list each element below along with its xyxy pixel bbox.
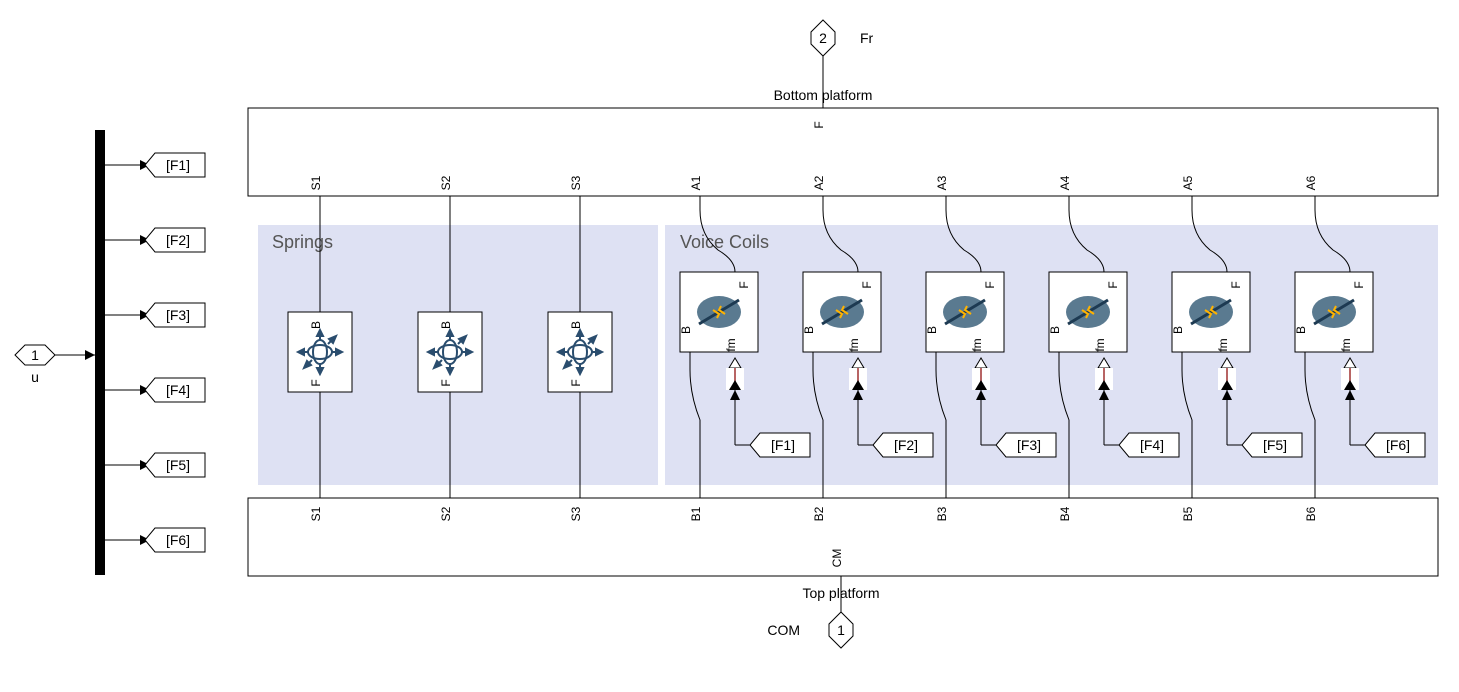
port-label: S2 <box>439 506 453 521</box>
vc-port-F: F <box>737 281 751 288</box>
vc-port-fm: fm <box>1339 338 1353 351</box>
port-label: B4 <box>1058 506 1072 521</box>
goto-tag-F5[interactable]: [F5] <box>105 453 205 477</box>
output-port-COM[interactable]: 1 <box>829 612 853 648</box>
from-tag-label: [F4] <box>1140 437 1164 453</box>
vc-port-B: B <box>1048 326 1062 334</box>
vc-port-F: F <box>1229 281 1243 288</box>
port-label: B2 <box>812 506 826 521</box>
goto-tag-F1[interactable]: [F1] <box>105 153 205 177</box>
spring-port-F: F <box>439 379 453 386</box>
demux-outputs: [F1] [F2] [F3] [F4] [F5] <box>105 153 205 552</box>
goto-tag-label: [F6] <box>166 532 190 548</box>
spring-port-B: B <box>439 321 453 329</box>
from-tag-label: [F5] <box>1263 437 1287 453</box>
port-label: A4 <box>1058 175 1072 190</box>
vc-port-B: B <box>1294 326 1308 334</box>
vc-port-B: B <box>679 326 693 334</box>
port-label: S3 <box>569 506 583 521</box>
vc-port-F: F <box>983 281 997 288</box>
port-label: B5 <box>1181 506 1195 521</box>
input-port[interactable]: 1 <box>15 345 55 365</box>
spring-port-F: F <box>569 379 583 386</box>
goto-tag-label: [F3] <box>166 307 190 323</box>
input-port-number: 1 <box>31 347 39 363</box>
vc-port-F: F <box>1352 281 1366 288</box>
input-port-name: u <box>31 369 39 385</box>
from-tag-label: [F2] <box>894 437 918 453</box>
vc-port-fm: fm <box>1216 338 1230 351</box>
goto-tag-F3[interactable]: [F3] <box>105 303 205 327</box>
port-label: B1 <box>689 506 703 521</box>
goto-tag-F4[interactable]: [F4] <box>105 378 205 402</box>
port-label: A6 <box>1304 175 1318 190</box>
goto-tag-F2[interactable]: [F2] <box>105 228 205 252</box>
port-label: A5 <box>1181 175 1195 190</box>
demux-block[interactable] <box>95 130 105 575</box>
output-port-number: 1 <box>837 622 845 638</box>
bottom-platform-label: Bottom platform <box>774 87 873 103</box>
vc-port-F: F <box>860 281 874 288</box>
voicecoils-group-title: Voice Coils <box>680 232 769 252</box>
bottom-platform-port-F: F <box>812 121 826 128</box>
spring-port-B: B <box>309 321 323 329</box>
from-tag-label: [F3] <box>1017 437 1041 453</box>
port-label: A3 <box>935 175 949 190</box>
spring-port-B: B <box>569 321 583 329</box>
output-port-number: 2 <box>819 30 827 46</box>
output-port-label: COM <box>767 622 800 638</box>
output-port-label: Fr <box>860 30 874 46</box>
output-port-Fr[interactable]: 2 <box>811 20 835 56</box>
from-tag-label: [F1] <box>771 437 795 453</box>
port-label: A1 <box>689 175 703 190</box>
port-label: S1 <box>309 175 323 190</box>
port-label: A2 <box>812 175 826 190</box>
port-label: B3 <box>935 506 949 521</box>
port-label: B6 <box>1304 506 1318 521</box>
port-label: S3 <box>569 175 583 190</box>
vc-port-B: B <box>802 326 816 334</box>
spring-port-F: F <box>309 379 323 386</box>
arrowhead <box>85 350 95 360</box>
port-label: S1 <box>309 506 323 521</box>
goto-tag-label: [F4] <box>166 382 190 398</box>
vc-port-fm: fm <box>970 338 984 351</box>
goto-tag-label: [F1] <box>166 157 190 173</box>
vc-port-fm: fm <box>1093 338 1107 351</box>
top-platform-port-CM: CM <box>830 549 844 568</box>
goto-tag-label: [F5] <box>166 457 190 473</box>
vc-port-F: F <box>1106 281 1120 288</box>
bottom-platform-block[interactable] <box>248 108 1438 196</box>
port-label: S2 <box>439 175 453 190</box>
from-tag-label: [F6] <box>1386 437 1410 453</box>
goto-tag-F6[interactable]: [F6] <box>105 528 205 552</box>
vc-port-B: B <box>1171 326 1185 334</box>
vc-port-B: B <box>925 326 939 334</box>
vc-port-fm: fm <box>847 338 861 351</box>
springs-group-title: Springs <box>272 232 333 252</box>
goto-tag-label: [F2] <box>166 232 190 248</box>
vc-port-fm: fm <box>724 338 738 351</box>
